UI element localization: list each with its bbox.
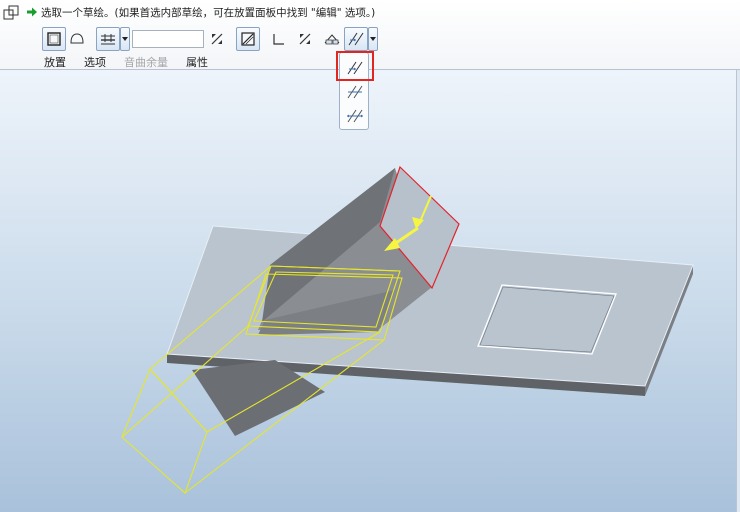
viewport-right-border xyxy=(736,70,740,512)
model-scene[interactable] xyxy=(0,70,740,512)
extrude-solid-icon xyxy=(47,32,61,46)
tab-placement[interactable]: 放置 xyxy=(44,54,66,70)
material-side-dropdown xyxy=(339,52,369,130)
message-prompt: 选取一个草绘。(如果首选内部草绘，可在放置面板中找到 "编辑" 选项。) xyxy=(26,4,375,20)
dropdown-item-side-both[interactable] xyxy=(343,105,367,127)
tab-properties[interactable]: 属性 xyxy=(186,54,208,70)
thicken-button[interactable] xyxy=(268,27,290,51)
depth-option-button[interactable] xyxy=(96,27,120,51)
material-side-dropdown-button[interactable] xyxy=(368,27,378,51)
remove-material-button[interactable] xyxy=(236,27,260,51)
flip-direction-button[interactable] xyxy=(206,27,228,51)
extrude-surface-button[interactable] xyxy=(68,27,86,51)
depth-dropdown-icon xyxy=(122,37,128,41)
depth-value-input[interactable] xyxy=(132,30,204,48)
feature-icon[interactable] xyxy=(3,5,19,21)
extrude-dashboard: 选取一个草绘。(如果首选内部草绘，可在放置面板中找到 "编辑" 选项。) 放置 … xyxy=(0,0,740,70)
thicken-icon xyxy=(273,34,284,45)
material-side-both-icon xyxy=(347,109,363,123)
graphics-viewport[interactable] xyxy=(0,70,740,512)
prompt-text: 选取一个草绘。(如果首选内部草绘，可在放置面板中找到 "编辑" 选项。) xyxy=(41,6,376,19)
remove-material-icon xyxy=(241,32,255,46)
dropdown-item-side-one[interactable] xyxy=(343,57,367,79)
flip-direction-icon xyxy=(211,33,223,45)
material-side-icon xyxy=(348,32,364,46)
extrude-solid-button[interactable] xyxy=(42,27,66,51)
extrude-surface-icon xyxy=(70,33,84,44)
tab-options[interactable]: 选项 xyxy=(84,54,106,70)
material-side-one-icon xyxy=(347,61,363,75)
flip-side-button[interactable] xyxy=(294,27,316,51)
depth-dropdown-button[interactable] xyxy=(120,27,130,51)
dropdown-item-side-two[interactable] xyxy=(343,81,367,103)
tab-allowance: 音曲余量 xyxy=(124,56,168,69)
taper-button[interactable] xyxy=(320,27,344,51)
depth-option-icon xyxy=(101,34,115,45)
flip-side-icon xyxy=(299,33,311,45)
green-arrow-icon xyxy=(27,7,37,17)
material-side-button[interactable] xyxy=(344,27,368,51)
material-side-dropdown-icon xyxy=(370,37,376,41)
taper-icon xyxy=(324,34,340,45)
feature-strip xyxy=(0,0,26,70)
material-side-two-icon xyxy=(347,85,363,99)
